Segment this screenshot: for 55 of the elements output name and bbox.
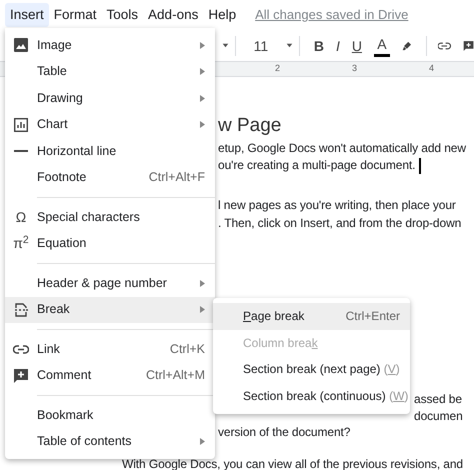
save-status-link[interactable]: All changes saved in Drive (255, 5, 408, 25)
document-text-line: l new pages as you're writing, then place your (218, 198, 456, 212)
menu-item[interactable]: Help (203, 3, 242, 27)
link-icon (438, 40, 451, 50)
menu-item[interactable]: Horizontal line (5, 138, 215, 164)
menu-item[interactable]: Tools (102, 3, 144, 27)
menu-item[interactable]: Link Ctrl+K (5, 336, 215, 362)
ruler-number: 4 (429, 62, 434, 76)
menu-item[interactable]: Break (5, 296, 215, 323)
menu-item[interactable]: Format (48, 3, 102, 27)
ruler-number: 2 (275, 62, 280, 76)
menu-item[interactable]: Insert (5, 3, 49, 27)
document-text-line: assed be (414, 392, 462, 406)
menu-item[interactable]: Comment Ctrl+Alt+M (5, 362, 215, 389)
menu-item[interactable]: Chart (5, 112, 215, 138)
menu-item[interactable]: Image (5, 32, 215, 58)
document-text-line: With Google Docs, you can view all of the previous revisions, and (122, 456, 464, 470)
menu-item[interactable]: Page break Ctrl+Enter (213, 303, 410, 330)
menu-item[interactable]: Footnote Ctrl+Alt+F (5, 164, 215, 191)
symbol-icon: π$^{2}$ (13, 233, 29, 254)
add-comment-icon (14, 368, 28, 383)
format-button[interactable]: A (370, 34, 394, 57)
chart-icon (14, 118, 28, 132)
symbol-icon: Ω (16, 206, 26, 228)
format-button[interactable]: U (348, 36, 366, 56)
menu-item[interactable]: Add-ons (143, 3, 204, 27)
menu-item[interactable]: Table (5, 58, 215, 85)
document-text-line: ou're creating a multi-page document. (218, 158, 416, 172)
document-text-line: etup, Google Docs won't automatically add new (218, 141, 466, 155)
document-text-line: . Then, click on Insert, and from the drop-down (218, 216, 462, 230)
image-icon (14, 38, 28, 52)
document-text-line: documen (414, 408, 463, 422)
link-icon (13, 344, 29, 354)
document-heading: w Page (218, 115, 282, 136)
shortcut-text: Ctrl+Enter (346, 308, 400, 326)
menu-item[interactable]: Bookmark (5, 402, 215, 428)
page-break-icon (14, 302, 28, 317)
format-button[interactable]: B (310, 36, 328, 56)
menu-item[interactable]: Header & page number (5, 270, 215, 296)
menu-item[interactable]: Table of contents (5, 428, 215, 455)
ruler-number: 3 (352, 62, 358, 76)
menu-item[interactable]: Ω Special characters (5, 204, 215, 230)
dropdown-caret-icon (286, 42, 294, 49)
menu-item[interactable]: Drawing (5, 85, 215, 112)
menu-item[interactable]: Section break (next page) (V) (213, 356, 410, 382)
document-text-line: version of the document? (218, 425, 350, 439)
menu-item[interactable]: π$^{2}$ Equation (5, 230, 215, 257)
format-button[interactable]: I (332, 36, 344, 56)
shortcut-text: Ctrl+Alt+M (146, 367, 205, 384)
shortcut-text: Ctrl+K (170, 340, 205, 358)
shortcut-text: Ctrl+Alt+F (148, 169, 205, 186)
dropdown-caret-icon (222, 42, 229, 49)
menu-item: Column break (242, 334, 319, 352)
font-size-field[interactable]: 11 (250, 36, 272, 56)
menu-item[interactable]: Section break (continuous) (W) (213, 382, 410, 409)
